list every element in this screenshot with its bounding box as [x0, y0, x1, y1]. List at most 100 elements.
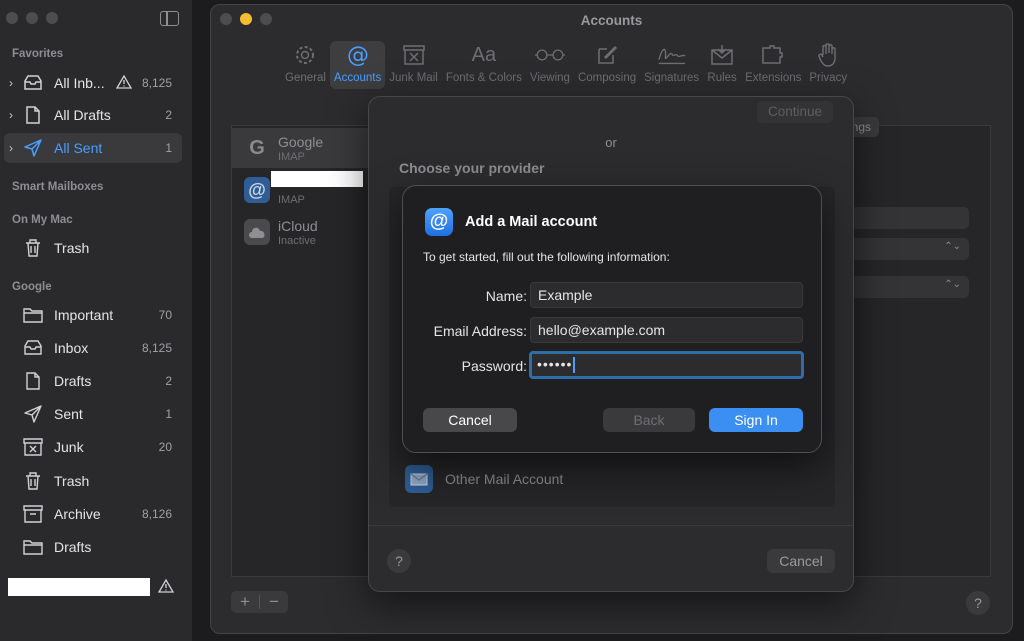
unread-count: 2: [165, 108, 172, 122]
tab-extensions[interactable]: Extensions: [741, 41, 805, 89]
tab-viewing[interactable]: Viewing: [526, 41, 574, 89]
tab-label: Viewing: [529, 72, 570, 84]
updown-icon: ⌃⌄: [944, 241, 961, 252]
password-field[interactable]: ••••••: [529, 351, 804, 379]
google-header[interactable]: Google: [12, 281, 52, 293]
sign-in-button[interactable]: Sign In: [709, 408, 803, 432]
detail-field[interactable]: [851, 207, 969, 229]
chevron-right-icon[interactable]: ›: [4, 76, 18, 90]
sidebar-item-label: All Drafts: [54, 107, 111, 123]
tab-privacy[interactable]: Privacy: [805, 41, 851, 89]
sidebar-item-drafts-folder[interactable]: Drafts: [4, 532, 182, 562]
folder-icon: [22, 306, 44, 324]
email-row: Email Address: hello@example.com: [403, 317, 823, 345]
remove-account-button[interactable]: −: [260, 591, 288, 613]
sidebar-item-label: Drafts: [54, 539, 92, 555]
junk-icon: [22, 438, 44, 456]
tab-general[interactable]: General: [281, 41, 330, 89]
google-icon: G: [244, 135, 270, 161]
tab-label: General: [285, 72, 326, 84]
sidebar-item-all-inboxes[interactable]: › All Inb... 8,125: [4, 68, 182, 98]
dialog-subtitle: To get started, fill out the following i…: [423, 250, 670, 264]
tab-label: Signatures: [644, 72, 700, 84]
redacted-account-name: [271, 171, 363, 187]
sidebar-item-important[interactable]: Important 70: [4, 300, 182, 330]
detail-popup[interactable]: ⌃⌄: [851, 238, 969, 260]
smart-mailboxes-header[interactable]: Smart Mailboxes: [12, 181, 103, 193]
chevron-right-icon[interactable]: ›: [4, 141, 18, 155]
sidebar-item-sent[interactable]: Sent 1: [4, 399, 182, 429]
unread-count: 8,125: [141, 76, 172, 90]
glasses-icon: [534, 43, 565, 67]
help-button[interactable]: ?: [387, 549, 411, 573]
name-row: Name: Example: [403, 282, 823, 310]
tab-rules[interactable]: Rules: [703, 41, 741, 89]
unread-count: 20: [158, 440, 172, 454]
continue-button[interactable]: Continue: [757, 101, 833, 123]
detail-popup[interactable]: ⌃⌄: [851, 276, 969, 298]
provider-other-mail-account[interactable]: Other Mail Account: [405, 465, 563, 493]
close-button[interactable]: [6, 12, 18, 24]
sidebar-item-label: Trash: [54, 473, 90, 489]
sidebar-item-label: Archive: [54, 506, 101, 522]
on-my-mac-header[interactable]: On My Mac: [12, 214, 73, 226]
sidebar-item-label: Sent: [54, 406, 83, 422]
account-type: Inactive: [278, 234, 316, 247]
sidebar-item-local-trash[interactable]: Trash: [4, 233, 182, 263]
tab-signatures[interactable]: Signatures: [640, 41, 703, 89]
sidebar-item-label: Trash: [54, 240, 90, 256]
sidebar-item-trash[interactable]: Trash: [4, 466, 182, 496]
inbox-icon: [22, 74, 44, 92]
unread-count: 1: [165, 141, 172, 155]
tab-composing[interactable]: Composing: [574, 41, 640, 89]
tab-accounts[interactable]: @ Accounts: [329, 41, 386, 89]
add-remove-control: + −: [231, 591, 288, 613]
sidebar-item-label: Junk: [54, 439, 84, 455]
document-icon: [22, 372, 44, 390]
sidebar-item-label: Important: [54, 307, 114, 323]
at-icon: @: [343, 43, 373, 67]
minimize-button[interactable]: [26, 12, 38, 24]
sidebar-item-all-drafts[interactable]: › All Drafts 2: [4, 100, 182, 130]
tab-label: Accounts: [333, 72, 382, 84]
unread-count: 2: [165, 374, 172, 388]
chevron-right-icon[interactable]: ›: [4, 108, 18, 122]
paperplane-icon: [22, 405, 44, 423]
help-button[interactable]: ?: [966, 591, 990, 615]
sidebar-toggle-icon[interactable]: [160, 11, 179, 26]
account-name: iCloud: [278, 217, 318, 234]
trash-icon: [22, 472, 44, 490]
warning-icon[interactable]: [157, 578, 175, 596]
tab-label: Rules: [707, 72, 737, 84]
tab-fonts-colors[interactable]: Aa Fonts & Colors: [442, 41, 526, 89]
text-cursor: [573, 357, 575, 374]
tab-label: Composing: [577, 72, 637, 84]
add-account-button[interactable]: +: [231, 591, 259, 613]
email-field[interactable]: hello@example.com: [530, 317, 803, 343]
sidebar-item-archive[interactable]: Archive 8,126: [4, 499, 182, 529]
gear-icon: [290, 43, 320, 67]
sidebar-item-label: Drafts: [54, 373, 92, 389]
cancel-button[interactable]: Cancel: [767, 549, 835, 573]
name-field[interactable]: Example: [530, 282, 803, 308]
fonts-icon: Aa: [471, 43, 497, 66]
sidebar-item-all-sent[interactable]: › All Sent 1: [4, 133, 182, 163]
sidebar-item-inbox[interactable]: Inbox 8,125: [4, 333, 182, 363]
window-title: Accounts: [580, 13, 643, 28]
document-icon: [22, 106, 44, 124]
redacted-account-name: [8, 578, 150, 596]
sidebar-item-junk[interactable]: Junk 20: [4, 432, 182, 462]
zoom-button[interactable]: [46, 12, 58, 24]
back-button[interactable]: Back: [603, 408, 695, 432]
favorites-header[interactable]: Favorites: [12, 48, 63, 60]
mailbox-sidebar: Favorites › All Inb... 8,125 › All Draft…: [0, 0, 192, 641]
sidebar-item-drafts[interactable]: Drafts 2: [4, 366, 182, 396]
at-icon: @: [244, 177, 270, 203]
compose-icon: [592, 43, 622, 67]
password-value: ••••••: [537, 356, 573, 372]
cancel-button[interactable]: Cancel: [423, 408, 517, 432]
email-label: Email Address:: [433, 323, 527, 339]
tab-junk-mail[interactable]: Junk Mail: [385, 41, 442, 89]
window-controls: [6, 12, 58, 24]
preferences-toolbar: General @ Accounts Junk Mail Aa Fonts & …: [281, 41, 851, 89]
